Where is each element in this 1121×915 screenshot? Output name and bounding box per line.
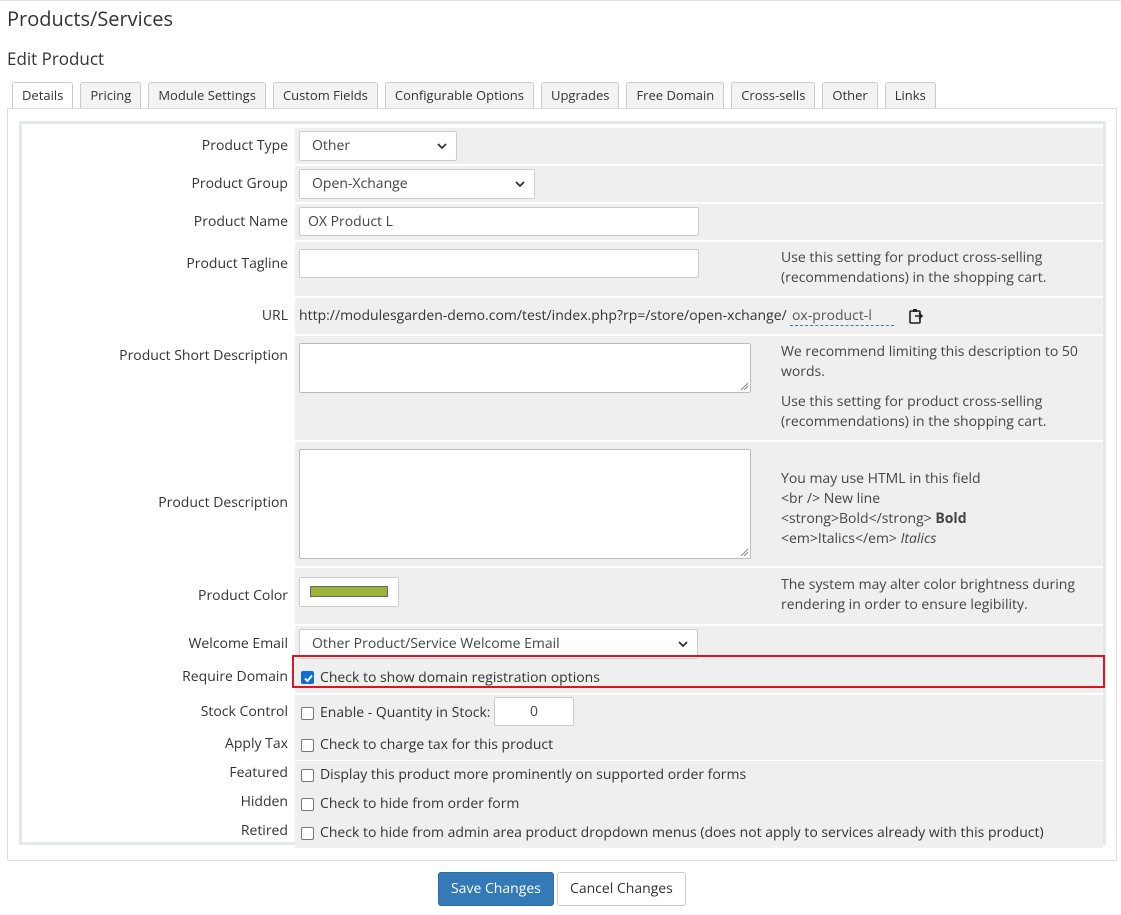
- retired-label: Retired: [240, 821, 288, 840]
- row-short-description: Product Short Description We recommend l…: [22, 336, 1103, 440]
- chevron-down-icon: [437, 143, 447, 150]
- hidden-label: Hidden: [240, 792, 288, 811]
- row-product-description: Product Description You may use HTML in …: [22, 442, 1103, 566]
- product-type-select[interactable]: Other: [299, 131, 457, 161]
- row-require-domain: Require Domain Check to show domain regi…: [22, 661, 1103, 693]
- row-url: URL http://modulesgarden-demo.com/test/i…: [22, 298, 1103, 334]
- tab-configurable-options[interactable]: Configurable Options: [384, 82, 534, 109]
- product-description-hint: You may use HTML in this field <br /> Ne…: [781, 469, 981, 548]
- tab-upgrades[interactable]: Upgrades: [540, 82, 620, 109]
- clipboard-icon[interactable]: [908, 308, 924, 324]
- tab-links[interactable]: Links: [884, 82, 936, 109]
- product-group-label: Product Group: [191, 174, 288, 193]
- resize-grip-icon: [740, 382, 748, 390]
- row-stock-control: Stock Control Enable - Quantity in Stock…: [22, 695, 1103, 731]
- tab-bar: Details Pricing Module Settings Custom F…: [12, 82, 936, 110]
- row-product-group: Product Group Open-Xchange: [22, 166, 1103, 202]
- url-label: URL: [261, 306, 288, 325]
- stock-quantity-input[interactable]: 0: [494, 697, 574, 726]
- product-group-select[interactable]: Open-Xchange: [299, 169, 535, 199]
- welcome-email-select[interactable]: Other Product/Service Welcome Email: [299, 629, 698, 659]
- checkmark-icon: [304, 674, 313, 683]
- short-description-hint-2: Use this setting for product cross-selli…: [781, 392, 1047, 431]
- retired-text: Check to hide from admin area product dr…: [320, 823, 1044, 842]
- hidden-checkbox[interactable]: [301, 798, 314, 811]
- product-color-label: Product Color: [198, 586, 288, 605]
- chevron-down-icon: [678, 641, 688, 648]
- stock-control-label: Stock Control: [200, 702, 288, 721]
- product-name-input[interactable]: OX Product L: [299, 207, 699, 236]
- cancel-changes-button[interactable]: Cancel Changes: [557, 872, 686, 906]
- url-slug-input[interactable]: ox-product-l: [790, 306, 894, 326]
- hidden-text: Check to hide from order form: [320, 794, 520, 813]
- tab-pricing[interactable]: Pricing: [80, 82, 142, 109]
- row-product-name: Product Name OX Product L: [22, 204, 1103, 240]
- featured-text: Display this product more prominently on…: [320, 765, 747, 784]
- stock-control-text: Enable - Quantity in Stock:: [320, 703, 491, 722]
- welcome-email-label: Welcome Email: [188, 634, 289, 653]
- page-subtitle: Edit Product: [7, 47, 105, 70]
- apply-tax-text: Check to charge tax for this product: [320, 735, 554, 754]
- product-color-hint: The system may alter color brightness du…: [781, 575, 1075, 614]
- product-description-textarea[interactable]: [299, 449, 751, 559]
- require-domain-label: Require Domain: [182, 667, 288, 686]
- row-product-tagline: Product Tagline Use this setting for pro…: [22, 242, 1103, 296]
- require-domain-text: Check to show domain registration option…: [320, 668, 600, 687]
- apply-tax-checkbox[interactable]: [301, 739, 314, 752]
- product-tagline-hint: Use this setting for product cross-selli…: [781, 248, 1047, 287]
- row-retired: Retired Check to hide from admin area pr…: [22, 819, 1103, 848]
- product-type-label: Product Type: [201, 136, 288, 155]
- row-hidden: Hidden Check to hide from order form: [22, 790, 1103, 819]
- short-description-textarea[interactable]: [299, 343, 751, 393]
- resize-grip-icon: [740, 548, 748, 556]
- stock-control-checkbox[interactable]: [301, 707, 314, 720]
- tab-details[interactable]: Details: [12, 82, 74, 110]
- product-tagline-input[interactable]: [299, 249, 699, 278]
- product-description-label: Product Description: [158, 493, 288, 512]
- row-welcome-email: Welcome Email Other Product/Service Welc…: [22, 626, 1103, 662]
- apply-tax-label: Apply Tax: [225, 734, 288, 753]
- tab-cross-sells[interactable]: Cross-sells: [731, 82, 816, 109]
- tab-module-settings[interactable]: Module Settings: [148, 82, 266, 109]
- tab-panel: Product Type Other Product Group Open-Xc…: [7, 108, 1117, 861]
- short-description-hint-1: We recommend limiting this description t…: [781, 342, 1078, 381]
- top-divider: [0, 0, 1121, 1]
- product-details-form: Product Type Other Product Group Open-Xc…: [19, 121, 1106, 848]
- row-product-type: Product Type Other: [22, 128, 1103, 164]
- save-changes-button[interactable]: Save Changes: [438, 872, 554, 906]
- short-description-label: Product Short Description: [119, 346, 288, 365]
- chevron-down-icon: [515, 181, 525, 188]
- page-title: Products/Services: [7, 5, 174, 32]
- retired-checkbox[interactable]: [301, 827, 314, 840]
- product-color-picker[interactable]: [299, 577, 399, 607]
- require-domain-checkbox[interactable]: [301, 671, 314, 684]
- tab-free-domain[interactable]: Free Domain: [626, 82, 725, 109]
- featured-label: Featured: [229, 763, 288, 782]
- url-base: http://modulesgarden-demo.com/test/index…: [299, 306, 787, 325]
- tab-custom-fields[interactable]: Custom Fields: [272, 82, 378, 109]
- featured-checkbox[interactable]: [301, 769, 314, 782]
- tab-other[interactable]: Other: [822, 82, 878, 109]
- row-product-color: Product Color The system may alter color…: [22, 568, 1103, 624]
- row-featured: Featured Display this product more promi…: [22, 761, 1103, 790]
- color-swatch: [310, 586, 388, 597]
- product-name-label: Product Name: [193, 212, 288, 231]
- row-apply-tax: Apply Tax Check to charge tax for this p…: [22, 731, 1103, 760]
- product-tagline-label: Product Tagline: [186, 254, 288, 273]
